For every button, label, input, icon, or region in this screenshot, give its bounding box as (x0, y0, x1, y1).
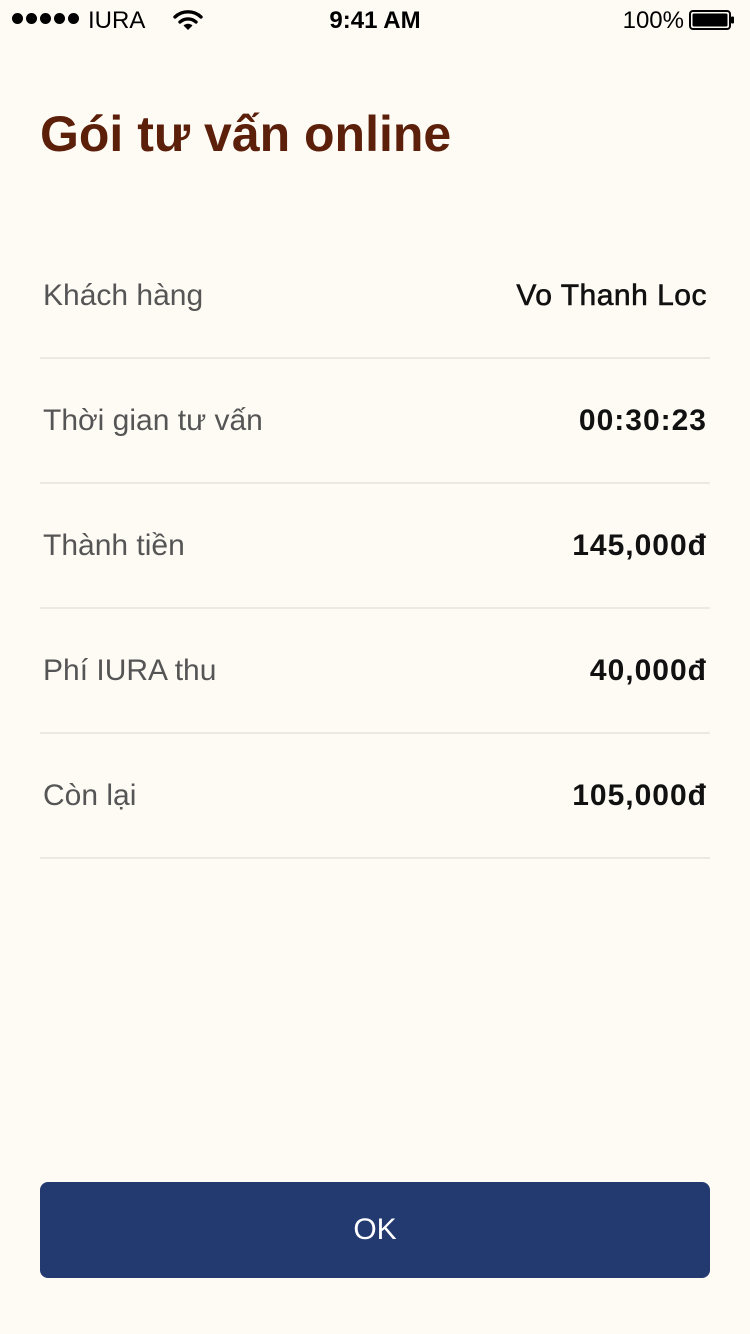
detail-row-customer: Khách hàng Vo Thanh Loc (40, 234, 710, 359)
page-title: Gói tư vấn online (40, 106, 452, 162)
fee-label: Phí IURA thu (43, 653, 217, 687)
fee-value: 40,000đ (589, 653, 707, 687)
battery-icon (689, 10, 734, 30)
detail-row-remaining: Còn lại 105,000đ (40, 734, 710, 859)
customer-value: Vo Thanh Loc (516, 278, 707, 312)
total-value: 145,000đ (572, 528, 707, 562)
customer-label: Khách hàng (43, 278, 204, 312)
status-bar: IURA 9:41 AM 100% (0, 0, 750, 40)
remaining-label: Còn lại (43, 778, 137, 812)
details-list: Khách hàng Vo Thanh Loc Thời gian tư vấn… (40, 234, 710, 859)
remaining-value: 105,000đ (572, 778, 707, 812)
total-label: Thành tiền (43, 528, 185, 562)
duration-label: Thời gian tư vấn (43, 403, 263, 437)
detail-row-duration: Thời gian tư vấn 00:30:23 (40, 359, 710, 484)
battery-percent: 100% (622, 7, 684, 34)
detail-row-fee: Phí IURA thu 40,000đ (40, 609, 710, 734)
ok-button[interactable]: OK (40, 1182, 710, 1278)
detail-row-total: Thành tiền 145,000đ (40, 484, 710, 609)
duration-value: 00:30:23 (578, 403, 707, 437)
